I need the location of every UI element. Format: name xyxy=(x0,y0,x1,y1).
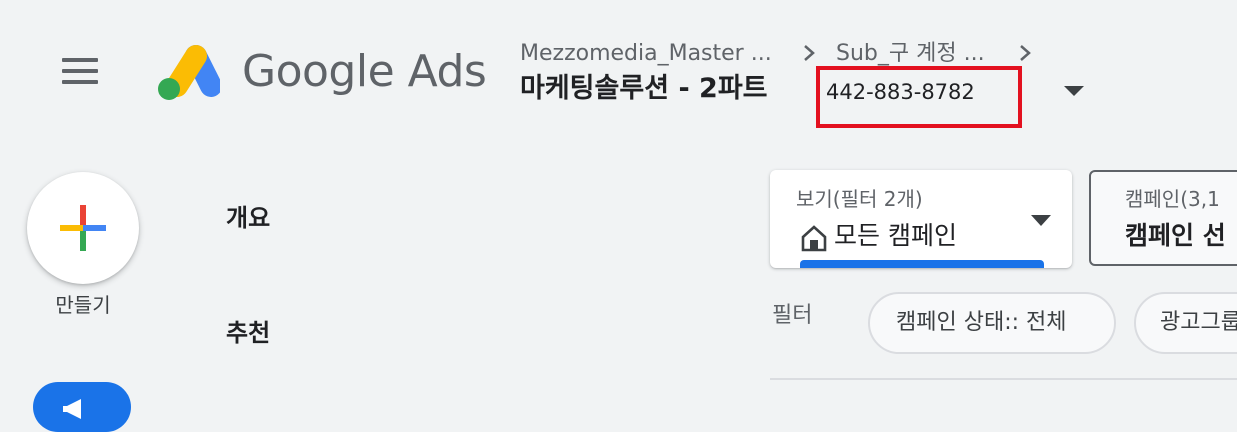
filter-chip-campaign-status[interactable]: 캠페인 상태:: 전체 xyxy=(868,292,1116,354)
breadcrumb-sub-account[interactable]: Sub_구 계정 ... xyxy=(836,40,985,68)
filter-chip-ad-group[interactable]: 광고그룹 xyxy=(1134,292,1237,354)
view-selector-sublabel: 보기(필터 2개) xyxy=(796,187,923,211)
campaign-selector-sublabel: 캠페인(3,1 xyxy=(1125,187,1220,211)
campaigns-rail-button[interactable] xyxy=(33,382,131,432)
nav-item-overview[interactable]: 개요 xyxy=(226,203,270,233)
view-selector[interactable]: 보기(필터 2개) 모든 캠페인 xyxy=(770,170,1072,268)
chevron-right-icon xyxy=(1020,45,1031,61)
divider xyxy=(770,378,1237,380)
product-name: Google Ads xyxy=(242,46,487,97)
home-icon xyxy=(801,225,827,252)
plus-icon xyxy=(60,205,106,251)
create-button[interactable] xyxy=(27,172,139,284)
create-label: 만들기 xyxy=(55,293,111,317)
account-id-highlight-box xyxy=(816,66,1022,128)
menu-icon-bar xyxy=(62,58,98,62)
megaphone-icon xyxy=(63,399,81,419)
google-ads-logo-icon[interactable] xyxy=(154,42,220,102)
campaign-selector[interactable]: 캠페인(3,1 캠페인 선 xyxy=(1089,170,1237,266)
view-selector-active-indicator xyxy=(800,260,1044,268)
view-selector-value: 모든 캠페인 xyxy=(834,221,957,250)
chevron-down-icon xyxy=(1031,215,1051,226)
campaign-selector-value: 캠페인 선 xyxy=(1125,221,1226,250)
breadcrumb-manager-account[interactable]: Mezzomedia_Master ... xyxy=(520,40,772,68)
menu-icon-bar xyxy=(62,69,98,73)
main-menu-button[interactable] xyxy=(60,58,100,88)
filter-label: 필터 xyxy=(772,303,813,328)
chevron-right-icon xyxy=(804,45,815,61)
menu-icon-bar xyxy=(62,80,98,84)
account-dropdown-icon[interactable] xyxy=(1062,84,1086,98)
account-name: 마케팅솔루션 - 2파트 xyxy=(520,73,768,104)
nav-item-recommendations[interactable]: 추천 xyxy=(226,318,270,348)
